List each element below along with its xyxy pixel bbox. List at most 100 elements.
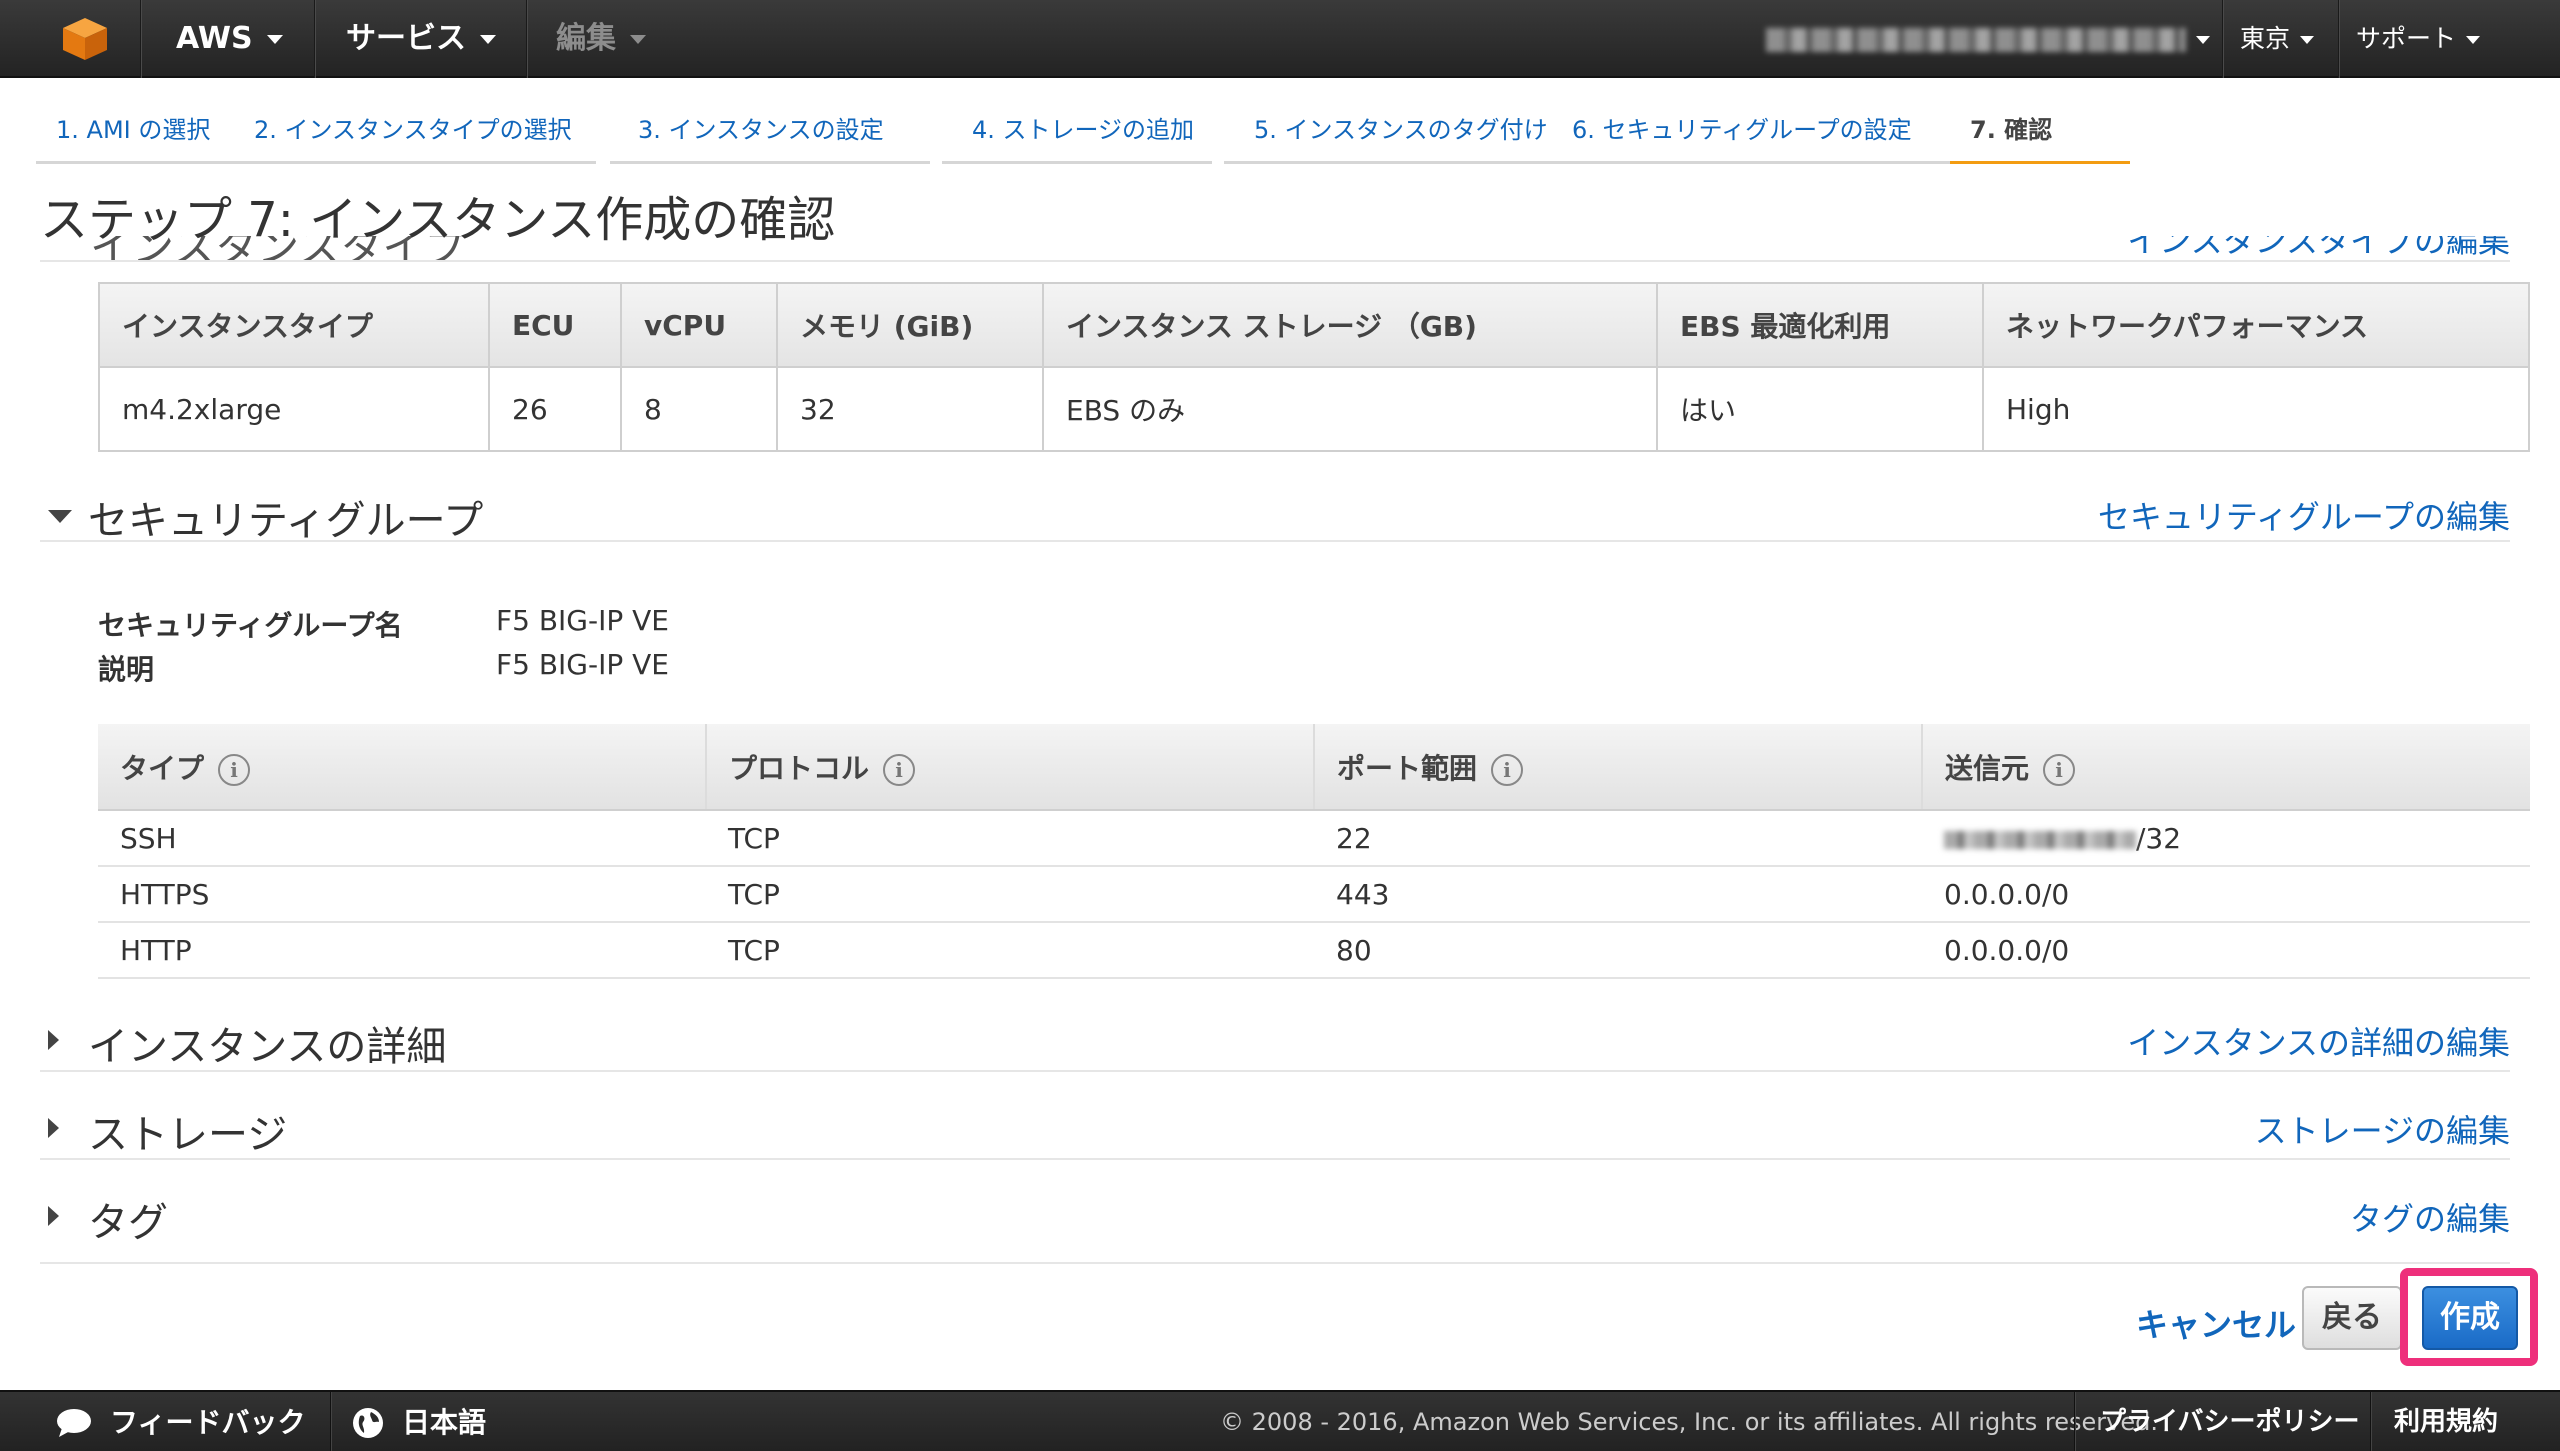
column-header: インスタンス ストレージ （GB): [1042, 282, 1658, 368]
edit-instance-details-link[interactable]: インスタンスの詳細の編集: [2127, 1018, 2510, 1064]
info-icon[interactable]: i: [883, 753, 916, 786]
security-group-name-value: F5 BIG-IP VE: [496, 604, 669, 637]
table-cell: SSH: [98, 810, 706, 867]
aws-menu-label: AWS: [176, 21, 253, 56]
aws-cube-logo-icon[interactable]: [60, 16, 110, 62]
aws-menu[interactable]: AWS: [176, 0, 283, 78]
support-menu[interactable]: サポート: [2356, 0, 2481, 78]
table-cell: EBS のみ: [1042, 366, 1658, 452]
column-header: タイプ i: [98, 724, 706, 811]
separator: [140, 0, 142, 78]
separator: [2074, 1392, 2076, 1451]
edit-menu-label: 編集: [556, 21, 616, 56]
tab-step-3-configure-instance[interactable]: 3. インスタンスの設定: [610, 108, 930, 164]
instance-details-section-header[interactable]: インスタンスの詳細 インスタンスの詳細の編集: [40, 1008, 2510, 1072]
privacy-policy-link[interactable]: プライバシーポリシー: [2100, 1392, 2359, 1451]
table-cell: 0.0.0.0/0: [1922, 866, 2530, 923]
launch-create-button[interactable]: 作成: [2422, 1286, 2518, 1350]
table-row: m4.2xlarge 26 8 32 EBS のみ はい High: [98, 366, 2530, 452]
column-header: メモリ (GiB): [776, 282, 1044, 368]
language-selector[interactable]: 日本語: [402, 1392, 486, 1451]
page-title: ステップ 7: インスタンス作成の確認: [40, 192, 836, 248]
collapsed-triangle-icon[interactable]: [48, 1206, 59, 1226]
column-header-label: タイプ: [120, 751, 205, 785]
table-cell: High: [1982, 366, 2530, 452]
table-cell: 32: [776, 366, 1044, 452]
tab-step-7-review[interactable]: 7. 確認: [1950, 108, 2130, 164]
region-menu[interactable]: 東京: [2240, 0, 2315, 78]
table-cell: TCP: [706, 866, 1314, 923]
info-icon[interactable]: i: [1491, 753, 1524, 786]
back-button[interactable]: 戻る: [2302, 1286, 2402, 1350]
source-cidr-suffix: /32: [2136, 821, 2182, 855]
account-menu[interactable]: [1766, 0, 2210, 78]
separator: [2338, 0, 2340, 78]
table-header-row: インスタンスタイプ ECU vCPU メモリ (GiB) インスタンス ストレー…: [98, 282, 2530, 368]
table-cell: HTTP: [98, 922, 706, 979]
column-header-label: ポート範囲: [1337, 751, 1478, 785]
edit-tags-link[interactable]: タグの編集: [2350, 1194, 2510, 1240]
tags-section-title: タグ: [88, 1200, 168, 1246]
info-icon[interactable]: i: [218, 753, 251, 786]
storage-section-title: ストレージ: [88, 1112, 288, 1158]
collapsed-triangle-icon[interactable]: [48, 1118, 59, 1138]
column-header: ネットワークパフォーマンス: [1982, 282, 2530, 368]
tags-section-header[interactable]: タグ タグの編集: [40, 1184, 2510, 1264]
instance-details-section-title: インスタンスの詳細: [88, 1024, 447, 1070]
separator: [314, 0, 316, 78]
edit-security-group-link[interactable]: セキュリティグループの編集: [2098, 492, 2510, 538]
column-header: vCPU: [620, 282, 778, 368]
speech-bubble-icon: [57, 1409, 91, 1437]
feedback-link[interactable]: フィードバック: [110, 1392, 305, 1451]
table-row: HTTP TCP 80 0.0.0.0/0: [98, 922, 2530, 979]
tab-step-1-ami[interactable]: 1. AMI の選択: [36, 108, 246, 164]
terms-of-use-link[interactable]: 利用規約: [2394, 1392, 2498, 1451]
collapsed-triangle-icon[interactable]: [48, 1030, 59, 1050]
chevron-down-icon: [480, 35, 496, 44]
table-cell: HTTPS: [98, 866, 706, 923]
expanded-triangle-icon[interactable]: [48, 510, 72, 523]
security-rules-table: タイプ i プロトコル i ポート範囲 i 送信元 i SSH TCP 22 /32 H…: [98, 724, 2530, 979]
description-label: 説明: [98, 653, 155, 686]
separator: [2370, 1392, 2372, 1451]
table-cell: 8: [620, 366, 778, 452]
column-header: プロトコル i: [705, 724, 1314, 811]
column-header: インスタンスタイプ: [98, 282, 490, 368]
services-menu-label: サービス: [346, 21, 466, 56]
info-icon[interactable]: i: [2043, 753, 2076, 786]
tab-step-5-tag-instance[interactable]: 5. インスタンスのタグ付け: [1224, 108, 1566, 164]
column-header: 送信元 i: [1921, 724, 2530, 811]
redacted-account-name: [1766, 28, 2186, 52]
support-menu-label: サポート: [2356, 24, 2457, 53]
tab-step-4-add-storage[interactable]: 4. ストレージの追加: [942, 108, 1212, 164]
table-row: SSH TCP 22 /32: [98, 810, 2530, 867]
table-cell: TCP: [706, 810, 1314, 867]
region-menu-label: 東京: [2240, 24, 2291, 53]
tab-step-2-instance-type[interactable]: 2. インスタンスタイプの選択: [246, 108, 596, 164]
table-cell: 0.0.0.0/0: [1922, 922, 2530, 979]
redacted-ip-address: [1944, 830, 2136, 849]
column-header-label: プロトコル: [729, 751, 870, 785]
edit-storage-link[interactable]: ストレージの編集: [2255, 1106, 2510, 1152]
copyright-text: © 2008 - 2016, Amazon Web Services, Inc.…: [1220, 1408, 2159, 1436]
table-header-row: タイプ i プロトコル i ポート範囲 i 送信元 i: [98, 724, 2530, 811]
tab-step-6-security-group[interactable]: 6. セキュリティグループの設定: [1550, 108, 1950, 164]
cancel-link[interactable]: キャンセル: [2136, 1300, 2296, 1346]
column-header: ポート範囲 i: [1313, 724, 1922, 811]
column-header-label: 送信元: [1945, 751, 2030, 785]
edit-menu[interactable]: 編集: [556, 0, 646, 78]
services-menu[interactable]: サービス: [346, 0, 496, 78]
security-group-name-label: セキュリティグループ名: [98, 609, 403, 642]
column-header: EBS 最適化利用: [1656, 282, 1984, 368]
separator: [2222, 0, 2224, 78]
table-cell: 26: [488, 366, 622, 452]
table-cell: 22: [1314, 810, 1922, 867]
storage-section-header[interactable]: ストレージ ストレージの編集: [40, 1096, 2510, 1160]
chevron-down-icon: [2466, 36, 2481, 44]
globe-icon: [353, 1408, 383, 1438]
table-cell: はい: [1656, 366, 1984, 452]
table-cell: m4.2xlarge: [98, 366, 490, 452]
column-header: ECU: [488, 282, 622, 368]
edit-instance-type-link[interactable]: インスタンスタイプの編集: [2127, 236, 2510, 260]
security-group-section-header[interactable]: セキュリティグループ セキュリティグループの編集: [40, 484, 2510, 544]
